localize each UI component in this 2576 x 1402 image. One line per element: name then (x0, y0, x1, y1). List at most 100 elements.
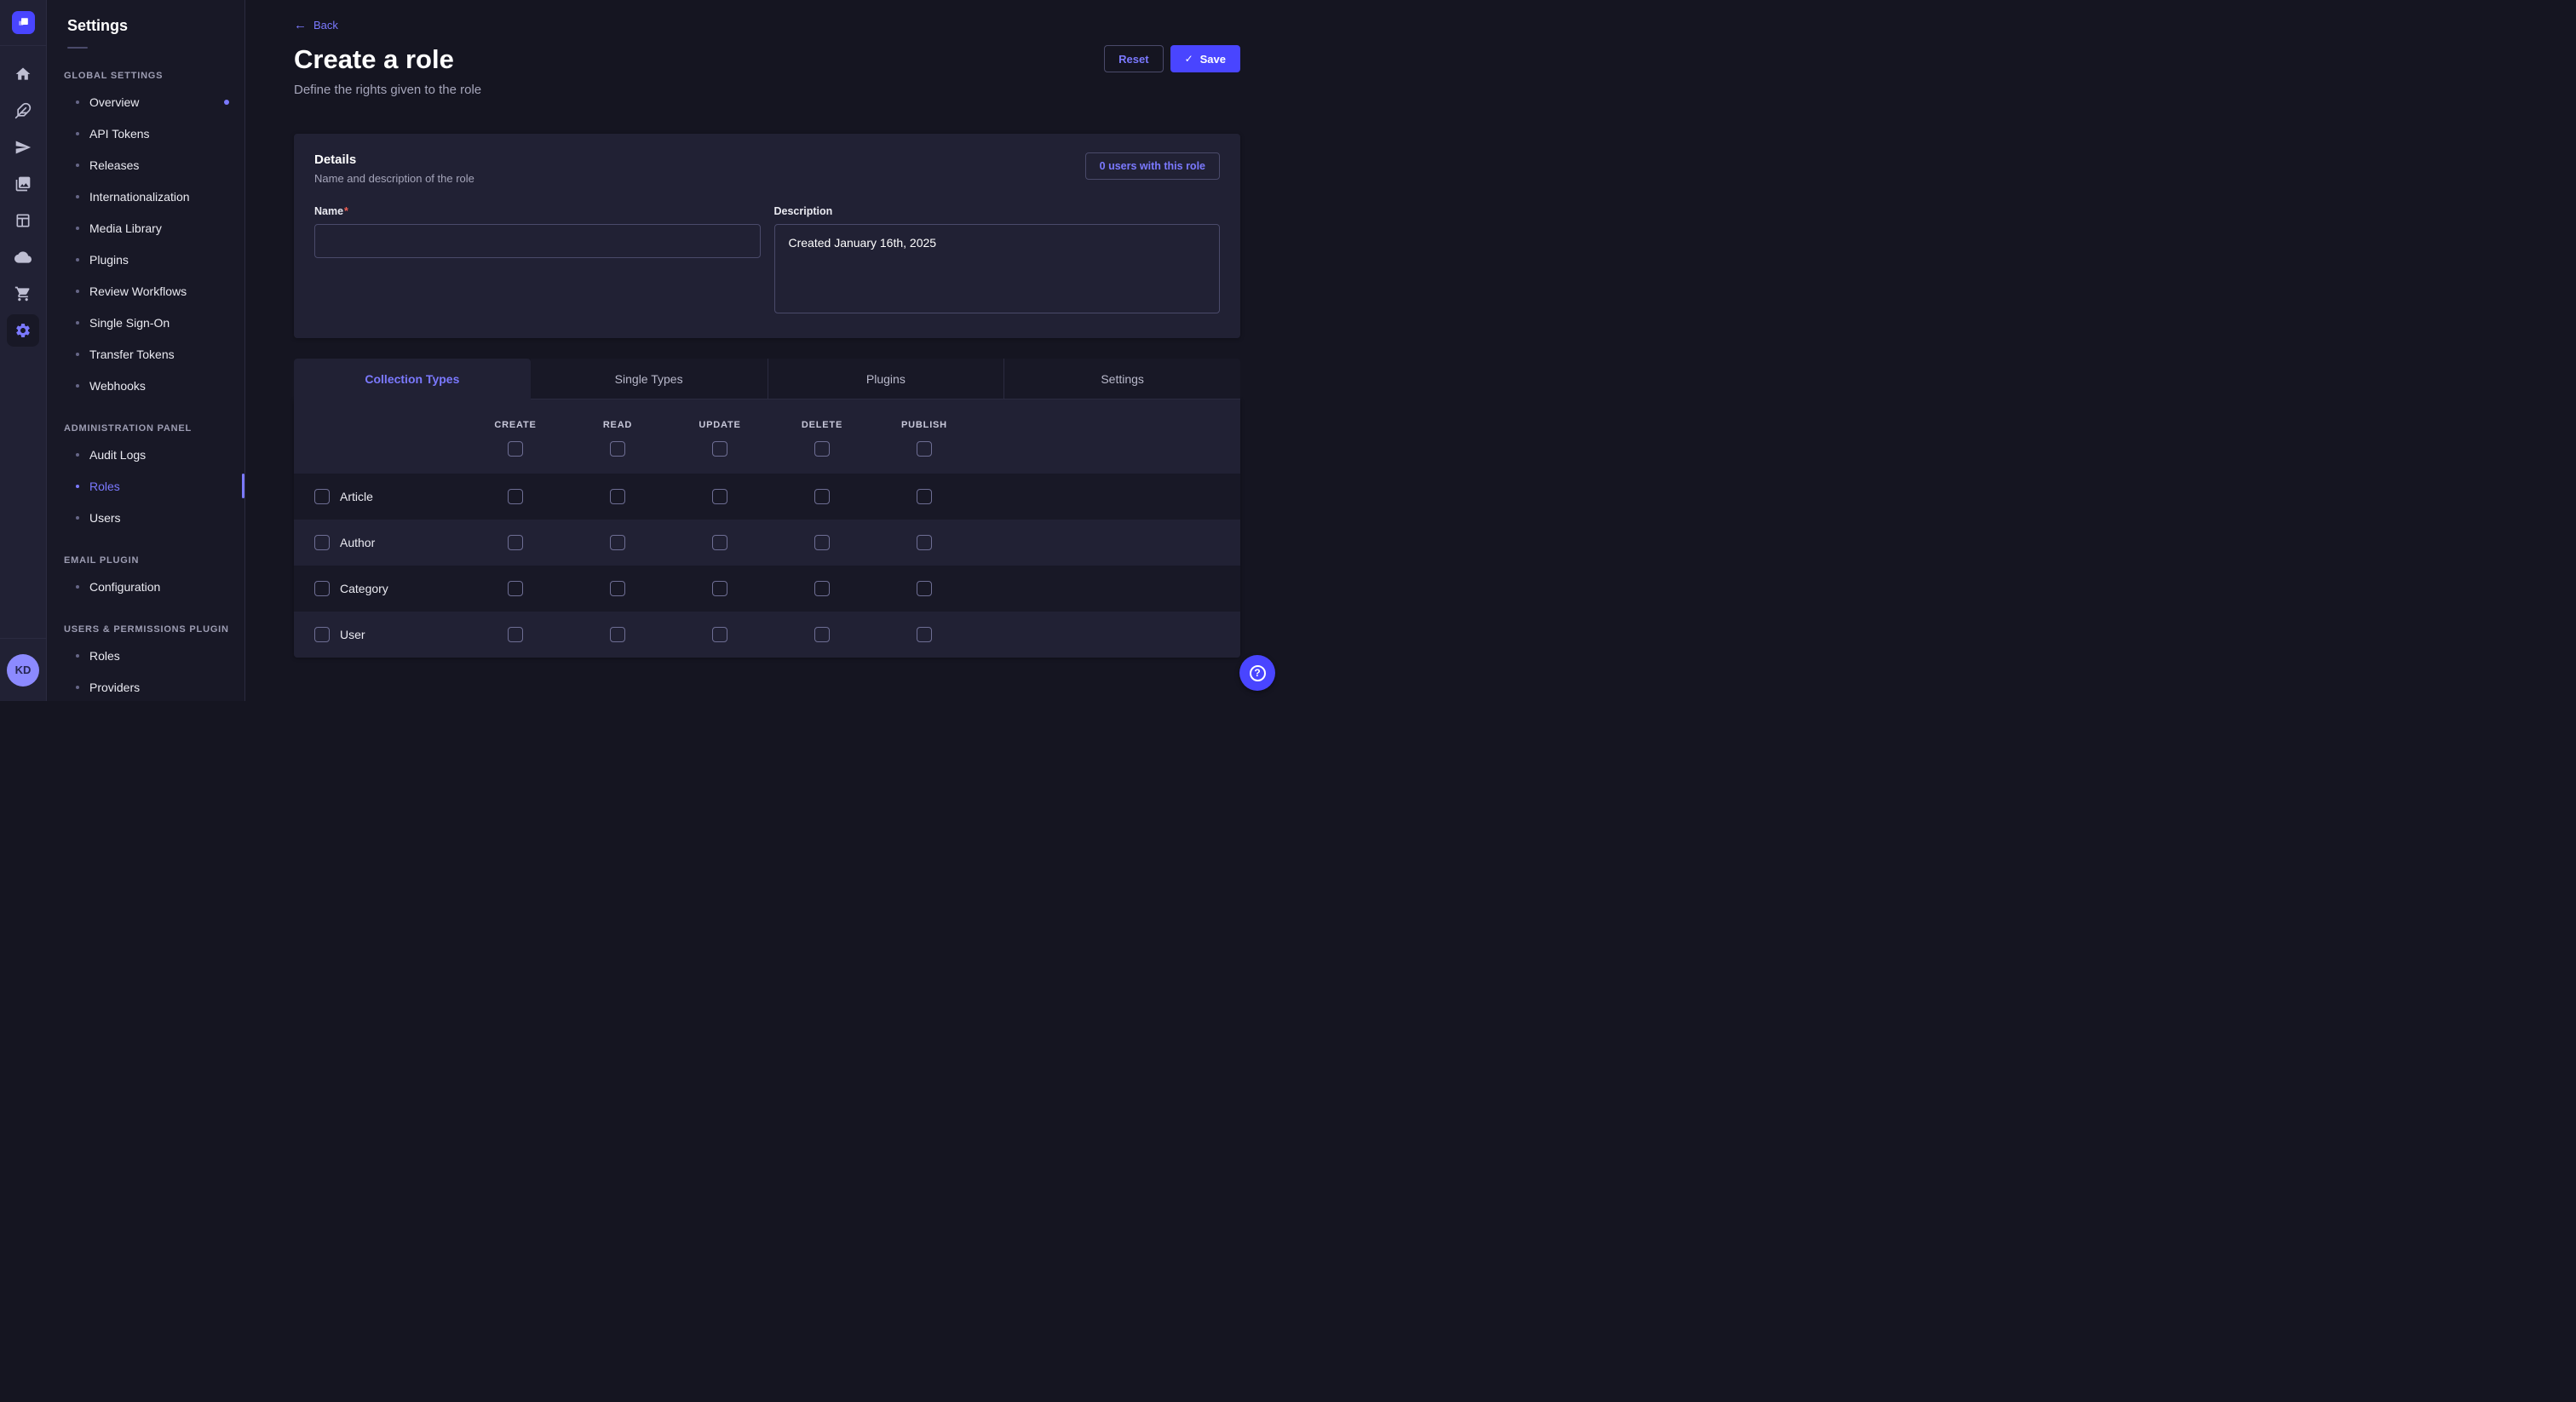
author-read-checkbox[interactable] (610, 535, 625, 550)
user-read-checkbox[interactable] (610, 627, 625, 642)
sidebar-item-roles[interactable]: Roles (47, 640, 244, 671)
save-label: Save (1200, 53, 1226, 66)
back-link[interactable]: ← Back (294, 19, 338, 32)
sidebar-item-review-workflows[interactable]: Review Workflows (47, 275, 244, 307)
user-delete-checkbox[interactable] (814, 627, 830, 642)
category-delete-checkbox[interactable] (814, 581, 830, 596)
name-input[interactable] (314, 224, 761, 258)
category-read-checkbox[interactable] (610, 581, 625, 596)
sidebar-item-plugins[interactable]: Plugins (47, 244, 244, 275)
select-all-delete-checkbox[interactable] (814, 441, 830, 457)
table-row-article: Article (294, 474, 1240, 520)
sidebar-item-roles[interactable]: Roles (47, 470, 244, 502)
tab-single-types[interactable]: Single Types (531, 359, 768, 399)
permission-cell (771, 535, 873, 550)
article-delete-checkbox[interactable] (814, 489, 830, 504)
tab-plugins[interactable]: Plugins (768, 359, 1004, 399)
description-textarea[interactable]: Created January 16th, 2025 (774, 224, 1221, 313)
table-row-user: User (294, 612, 1240, 658)
column-header-delete: Delete (771, 417, 873, 457)
sidebar-item-single-sign-on[interactable]: Single Sign-On (47, 307, 244, 338)
logo-cell (0, 0, 46, 46)
sidebar-item-configuration[interactable]: Configuration (47, 571, 244, 602)
select-all-create-checkbox[interactable] (508, 441, 523, 457)
strapi-logo-mark-icon (16, 15, 31, 30)
tab-collection-types[interactable]: Collection Types (294, 359, 531, 399)
bullet-icon (76, 686, 79, 689)
users-with-role-button[interactable]: 0 users with this role (1085, 152, 1220, 180)
article-read-checkbox[interactable] (610, 489, 625, 504)
select-row-category-checkbox[interactable] (314, 581, 330, 596)
permission-cell (464, 489, 566, 504)
sidebar-item-cart[interactable] (7, 278, 39, 310)
permission-cell (464, 627, 566, 642)
author-update-checkbox[interactable] (712, 535, 727, 550)
sidebar-item-label: API Tokens (89, 127, 150, 141)
avatar[interactable]: KD (7, 654, 39, 687)
sidebar-item-api-tokens[interactable]: API Tokens (47, 118, 244, 149)
sidebar-item-media[interactable] (7, 168, 39, 200)
author-create-checkbox[interactable] (508, 535, 523, 550)
save-button[interactable]: ✓ Save (1170, 45, 1240, 72)
sidebar-item-transfer-tokens[interactable]: Transfer Tokens (47, 338, 244, 370)
sidebar-item-releases[interactable]: Releases (47, 149, 244, 181)
sidebar-item-layout[interactable] (7, 204, 39, 237)
sidebar-item-label: Single Sign-On (89, 316, 170, 330)
sidebar-item-label: Roles (89, 480, 120, 493)
author-delete-checkbox[interactable] (814, 535, 830, 550)
select-row-user-checkbox[interactable] (314, 627, 330, 642)
details-card-header: Details Name and description of the role… (314, 152, 1220, 185)
sidebar-item-label: Users (89, 511, 121, 525)
bullet-icon (76, 227, 79, 230)
bullet-icon (76, 654, 79, 658)
category-publish-checkbox[interactable] (917, 581, 932, 596)
page-header: Create a role Define the rights given to… (294, 43, 1240, 97)
sidebar-item-home[interactable] (7, 58, 39, 90)
author-publish-checkbox[interactable] (917, 535, 932, 550)
header-actions: Reset ✓ Save (1104, 45, 1240, 72)
sidebar-item-webhooks[interactable]: Webhooks (47, 370, 244, 401)
column-header-update: Update (669, 417, 771, 457)
sidebar-item-providers[interactable]: Providers (47, 671, 244, 701)
cloud-icon (14, 249, 32, 266)
strapi-logo-icon[interactable] (12, 11, 35, 34)
permission-cell (771, 581, 873, 596)
select-all-update-checkbox[interactable] (712, 441, 727, 457)
bullet-icon (76, 132, 79, 135)
user-publish-checkbox[interactable] (917, 627, 932, 642)
settings-subnav: Settings GLOBAL SETTINGSOverviewAPI Toke… (47, 0, 245, 701)
sidebar-item-media-library[interactable]: Media Library (47, 212, 244, 244)
sidebar-item-cloud[interactable] (7, 241, 39, 273)
category-create-checkbox[interactable] (508, 581, 523, 596)
article-create-checkbox[interactable] (508, 489, 523, 504)
reset-button[interactable]: Reset (1104, 45, 1163, 72)
cart-icon (14, 285, 32, 302)
page-header-text: Create a role Define the rights given to… (294, 43, 481, 97)
user-update-checkbox[interactable] (712, 627, 727, 642)
avatar-cell: KD (0, 638, 46, 701)
name-label: Name* (314, 205, 348, 217)
category-update-checkbox[interactable] (712, 581, 727, 596)
sidebar-item-feather[interactable] (7, 95, 39, 127)
select-row-article-checkbox[interactable] (314, 489, 330, 504)
tab-settings[interactable]: Settings (1003, 359, 1240, 399)
sidebar-item-internationalization[interactable]: Internationalization (47, 181, 244, 212)
select-all-publish-checkbox[interactable] (917, 441, 932, 457)
sidebar-item-send[interactable] (7, 131, 39, 164)
nav-section-header: USERS & PERMISSIONS PLUGIN (47, 624, 244, 635)
sidebar-item-label: Plugins (89, 253, 129, 267)
select-all-read-checkbox[interactable] (610, 441, 625, 457)
bullet-icon (76, 290, 79, 293)
row-head: Category (294, 581, 464, 596)
select-row-author-checkbox[interactable] (314, 535, 330, 550)
article-update-checkbox[interactable] (712, 489, 727, 504)
sidebar-item-overview[interactable]: Overview (47, 86, 244, 118)
help-button[interactable]: ? (1239, 655, 1275, 691)
article-publish-checkbox[interactable] (917, 489, 932, 504)
sidebar-item-gear[interactable] (7, 314, 39, 347)
column-label: Create (494, 420, 536, 430)
sidebar-item-users[interactable]: Users (47, 502, 244, 533)
permission-cell (464, 581, 566, 596)
user-create-checkbox[interactable] (508, 627, 523, 642)
sidebar-item-audit-logs[interactable]: Audit Logs (47, 439, 244, 470)
